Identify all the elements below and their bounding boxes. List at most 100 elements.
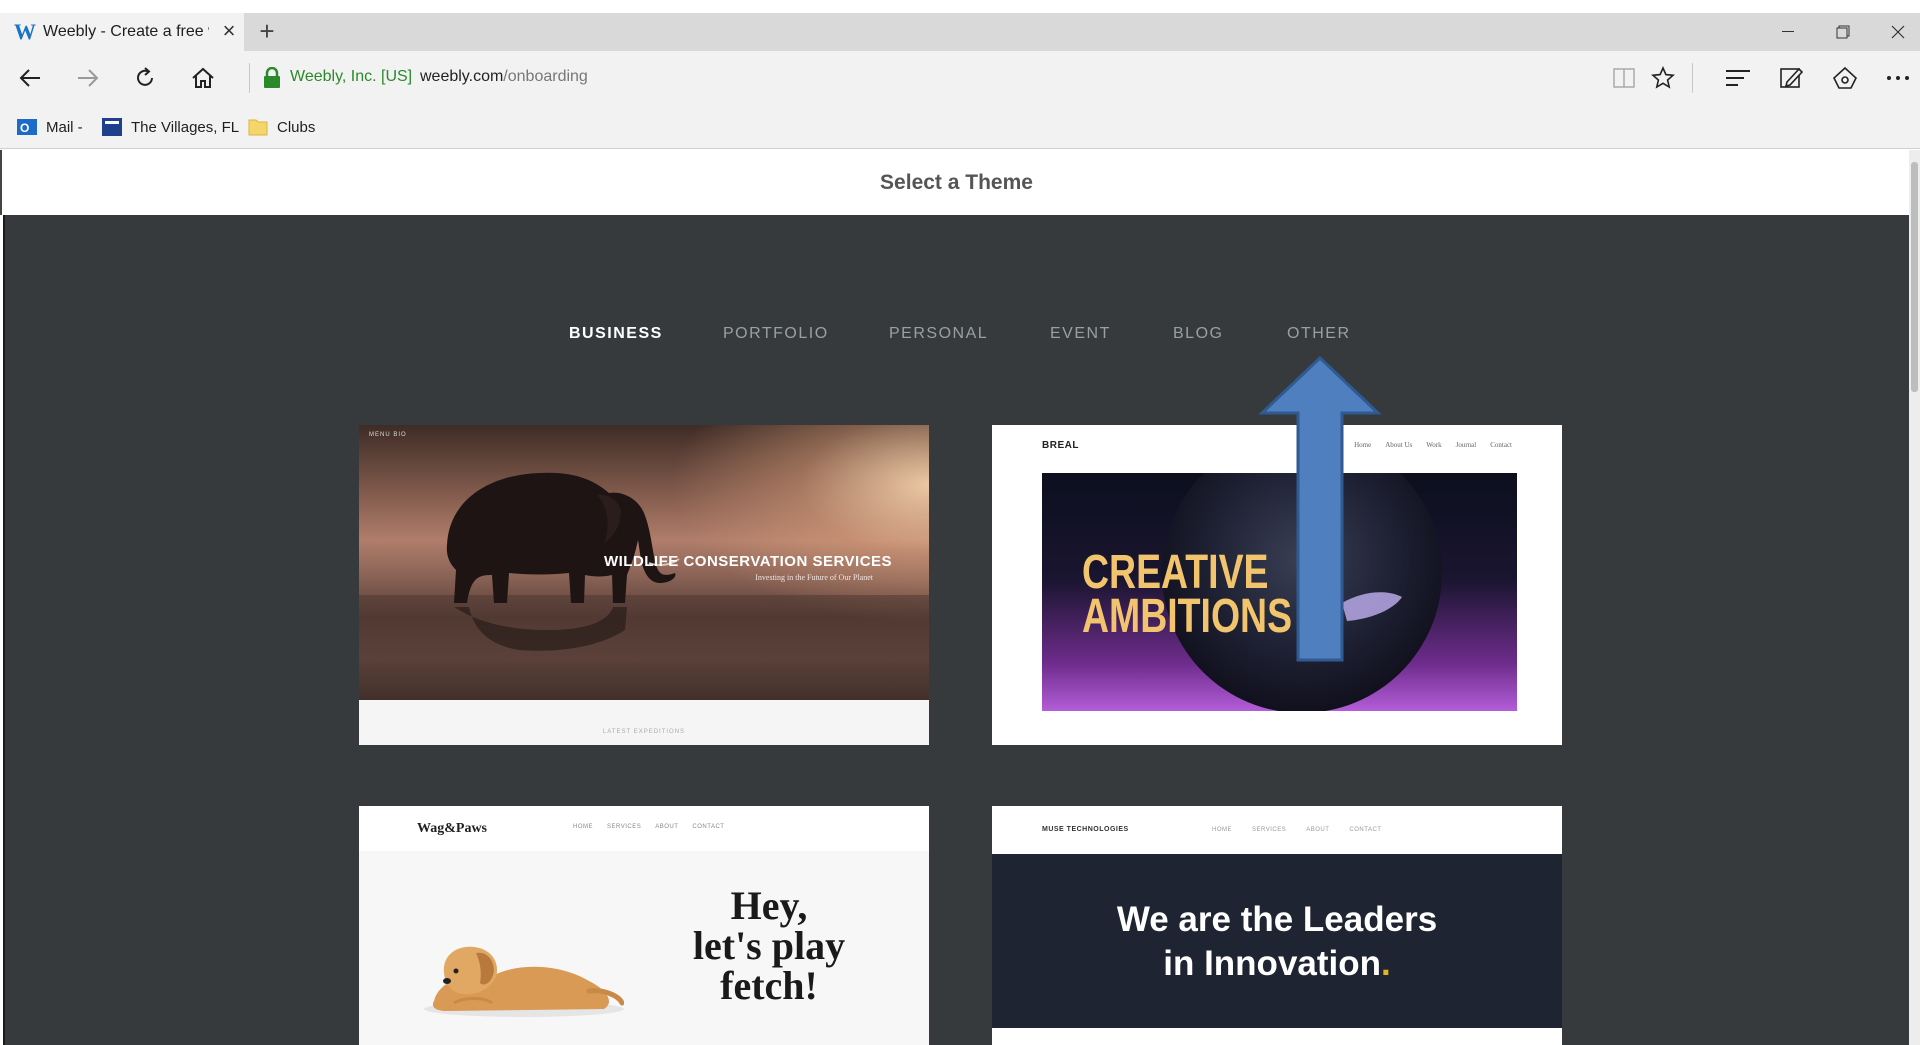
preview-headline-line: Hey, <box>730 883 808 928</box>
theme-gallery: BUSINESS PORTFOLIO PERSONAL EVENT BLOG O… <box>3 215 1909 1045</box>
preview-menu: HOME SERVICES ABOUT CONTACT <box>1212 827 1381 833</box>
preview-nav: MENU BIO <box>369 432 407 438</box>
preview-headline-line: We are the Leaders <box>1116 900 1438 939</box>
preview-logo: Wag&Paws <box>417 821 487 836</box>
address-bar[interactable]: weebly.com/onboarding <box>420 68 588 86</box>
home-icon <box>192 67 214 88</box>
tab-blog[interactable]: BLOG <box>1173 325 1223 343</box>
preview-headline: CREATIVE AMBITIONS <box>1082 546 1293 643</box>
svg-text:O: O <box>20 121 29 135</box>
more-button[interactable] <box>1880 60 1916 96</box>
preview-footer <box>992 1028 1562 1045</box>
navigation-bar: Weebly, Inc. [US] weebly.com/onboarding <box>0 51 1920 104</box>
preview-menu: HOME SERVICES ABOUT CONTACT <box>573 824 724 830</box>
url-path: /onboarding <box>503 68 588 85</box>
more-icon <box>1887 76 1909 80</box>
refresh-button[interactable] <box>127 60 163 96</box>
site-favicon <box>102 118 122 136</box>
restore-button[interactable] <box>1815 13 1871 51</box>
preview-headline-line: in Innovation <box>1163 944 1382 983</box>
favorite-clubs[interactable]: Clubs <box>248 116 315 138</box>
preview-headline-line: fetch! <box>720 963 818 1008</box>
preview-menu-item: HOME <box>1212 827 1232 833</box>
preview-menu-item: Journal <box>1455 441 1477 449</box>
favorite-button[interactable] <box>1645 60 1681 96</box>
outlook-icon: O <box>17 119 37 135</box>
preview-footer-text: LATEST EXPEDITIONS <box>602 729 686 735</box>
favorite-the-villages[interactable]: The Villages, FL <box>102 116 239 138</box>
theme-preview-image: CREATIVE AMBITIONS <box>1042 473 1517 711</box>
theme-card-muse[interactable]: MUSE TECHNOLOGIES HOME SERVICES ABOUT CO… <box>992 806 1562 1045</box>
tab-portfolio[interactable]: PORTFOLIO <box>723 325 829 343</box>
home-button[interactable] <box>185 60 221 96</box>
preview-menu-item: Contact <box>1490 441 1512 449</box>
hub-button[interactable] <box>1720 60 1756 96</box>
preview-menu-item: About Us <box>1385 441 1413 449</box>
forward-button[interactable] <box>70 60 106 96</box>
theme-preview-image: MENU BIO WILDLIFE CONSERVATION SERVICES … <box>359 425 929 700</box>
preview-footer: LATEST EXPEDITIONS <box>359 700 929 745</box>
preview-menu-item: HOME <box>573 824 593 830</box>
preview-menu-item: SERVICES <box>1252 827 1287 833</box>
preview-menu-item: CONTACT <box>1349 827 1382 833</box>
tab-title: Weebly - Create a free w <box>43 23 209 40</box>
separator <box>1692 63 1693 93</box>
forward-arrow-icon <box>78 69 99 87</box>
reading-view-button[interactable] <box>1606 60 1642 96</box>
close-icon <box>1891 25 1905 39</box>
preview-menu-item: ABOUT <box>1306 827 1330 833</box>
share-icon <box>1833 66 1857 89</box>
preview-menu: Home About Us Work Journal Contact <box>1354 441 1512 449</box>
preview-menu-item: SERVICES <box>607 824 642 830</box>
preview-headline-line: let's play <box>692 923 846 968</box>
hub-icon <box>1726 70 1750 86</box>
lock-icon <box>264 67 280 88</box>
window-top-edge <box>0 0 1920 13</box>
theme-card-wildlife[interactable]: MENU BIO WILDLIFE CONSERVATION SERVICES … <box>359 425 929 745</box>
tab-close-icon[interactable]: × <box>219 20 239 42</box>
tab-personal[interactable]: PERSONAL <box>889 325 988 343</box>
minimize-icon <box>1782 31 1794 32</box>
refresh-icon <box>137 67 153 86</box>
favorite-mail[interactable]: O Mail - <box>17 116 83 138</box>
weebly-favicon-icon: W <box>14 19 36 44</box>
scrollbar-thumb[interactable] <box>1911 162 1918 392</box>
favorite-label: The Villages, FL <box>131 118 240 136</box>
preview-logo: MUSE TECHNOLOGIES <box>1042 826 1129 833</box>
url-domain: weebly.com <box>420 68 504 85</box>
puppy-image <box>424 946 624 1017</box>
page-title: Select a Theme <box>880 171 1033 194</box>
preview-headline: Hey, let's play fetch! <box>664 886 874 1006</box>
preview-headline-line: AMBITIONS <box>1082 590 1293 643</box>
tab-event[interactable]: EVENT <box>1050 325 1111 343</box>
preview-headline: WILDLIFE CONSERVATION SERVICES <box>603 553 893 570</box>
preview-menu-item: Work <box>1426 441 1442 449</box>
vertical-scrollbar[interactable] <box>1909 150 1920 1045</box>
new-tab-button[interactable]: + <box>252 18 282 46</box>
reading-view-icon <box>1613 68 1635 88</box>
preview-headline-dot: . <box>1381 944 1391 983</box>
web-note-button[interactable] <box>1773 60 1809 96</box>
restore-icon <box>1836 25 1850 39</box>
preview-headline-line: CREATIVE <box>1082 546 1269 599</box>
preview-subtitle: Investing in the Future of Our Planet <box>755 573 873 582</box>
share-button[interactable] <box>1827 60 1863 96</box>
web-note-icon <box>1780 67 1803 88</box>
site-identity[interactable]: Weebly, Inc. [US] <box>290 68 412 86</box>
preview-header: Wag&Paws HOME SERVICES ABOUT CONTACT <box>359 806 929 851</box>
tab-business[interactable]: BUSINESS <box>569 325 663 343</box>
theme-preview-image: Hey, let's play fetch! <box>359 851 929 1045</box>
theme-card-breal[interactable]: BREAL Home About Us Work Journal Contact… <box>992 425 1562 745</box>
tab-other[interactable]: OTHER <box>1287 325 1351 343</box>
close-window-button[interactable] <box>1870 13 1920 51</box>
preview-headline: We are the Leaders in Innovation. <box>992 898 1562 986</box>
preview-menu-item: Home <box>1354 441 1372 449</box>
theme-card-wag-paws[interactable]: Wag&Paws HOME SERVICES ABOUT CONTACT Hey… <box>359 806 929 1045</box>
back-button[interactable] <box>12 60 48 96</box>
minimize-button[interactable] <box>1760 13 1816 51</box>
star-icon <box>1651 66 1675 89</box>
tab-weebly[interactable]: W Weebly - Create a free w × <box>0 13 244 51</box>
preview-menu-item: ABOUT <box>655 824 679 830</box>
folder-icon <box>248 119 268 136</box>
theme-preview-image: We are the Leaders in Innovation. <box>992 854 1562 1028</box>
